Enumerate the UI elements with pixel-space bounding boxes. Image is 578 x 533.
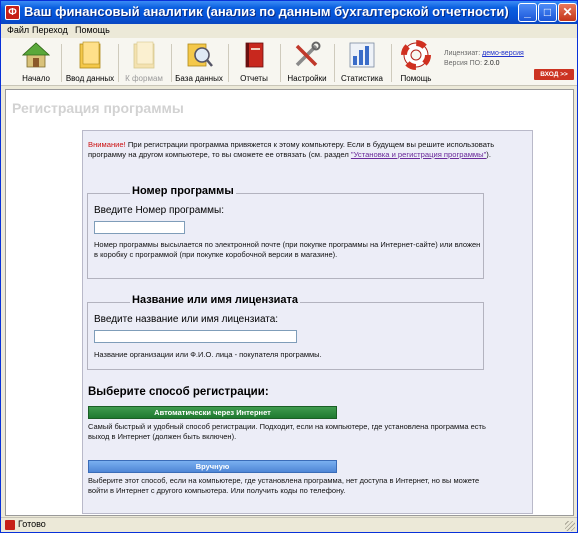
licensee-name-group: Название или имя лицензиата Введите назв…: [87, 294, 484, 370]
tools-icon: [295, 41, 321, 67]
close-button[interactable]: ✕: [558, 3, 577, 22]
registration-panel: Внимание! При регистрации программа прив…: [82, 130, 533, 514]
register-online-description: Самый быстрый и удобный способ регистрац…: [88, 422, 486, 441]
folder-icon: [79, 41, 101, 69]
lifebuoy-icon: [401, 40, 431, 70]
bar-chart-icon: [349, 42, 375, 68]
toolbar-home-button[interactable]: Начало: [14, 40, 58, 86]
licensee-name-help: Название организации или Ф.И.О. лица - п…: [94, 350, 322, 359]
notice-text: Внимание! При регистрации программа прив…: [88, 140, 528, 160]
main-content: Регистрация программы Внимание! При реги…: [5, 89, 574, 516]
licensee-name-label: Введите название или имя лицензиата:: [94, 314, 279, 325]
status-app-icon: [5, 520, 15, 530]
login-button[interactable]: ВХОД >>: [534, 69, 574, 80]
toolbar-database-button[interactable]: База данных: [175, 40, 223, 86]
register-online-button[interactable]: Автоматически через Интернет: [88, 406, 337, 419]
menu-bar: Файл Переход Помощь: [1, 24, 577, 38]
toolbar-data-input-button[interactable]: Ввод данных: [64, 40, 116, 86]
register-manual-button[interactable]: Вручную: [88, 460, 337, 473]
license-info: Лицензиат: демо-версия Версия ПО: 2.0.0: [444, 49, 524, 69]
toolbar-help-button[interactable]: Помощь: [396, 40, 436, 86]
window-title: Ваш финансовый аналитик (анализ по данны…: [24, 4, 509, 19]
toolbar-separator: [391, 44, 392, 82]
home-icon: [21, 42, 51, 68]
status-bar: Готово: [1, 517, 577, 532]
page-title: Регистрация программы: [12, 100, 184, 116]
toolbar-separator: [228, 44, 229, 82]
database-search-icon: [187, 43, 213, 67]
registration-method-title: Выберите способ регистрации:: [88, 386, 269, 398]
title-bar[interactable]: Ф Ваш финансовый аналитик (анализ по дан…: [1, 1, 577, 24]
menu-file[interactable]: Файл: [7, 25, 29, 35]
version-value: 2.0.0: [483, 60, 500, 67]
program-number-legend: Номер программы: [130, 185, 236, 197]
menu-help[interactable]: Помощь: [75, 25, 110, 35]
toolbar: Начало Ввод данных К формам База данных …: [1, 38, 577, 86]
licensee-label: Лицензиат:: [444, 50, 481, 57]
register-manual-description: Выберите этот способ, если на компьютере…: [88, 476, 480, 495]
toolbar-separator: [334, 44, 335, 82]
licensee-link[interactable]: демо-версия: [482, 50, 524, 57]
status-text: Готово: [18, 519, 46, 529]
toolbar-reports-button[interactable]: Отчеты: [233, 40, 275, 86]
folder-forms-icon: [133, 41, 155, 69]
app-logo-icon: Ф: [5, 5, 20, 20]
program-number-label: Введите Номер программы:: [94, 205, 225, 216]
licensee-name-input[interactable]: [94, 330, 297, 343]
book-icon: [245, 42, 264, 68]
program-number-group: Номер программы Введите Номер программы:…: [87, 185, 484, 279]
install-help-link[interactable]: "Установка и регистрация программы": [351, 150, 486, 159]
toolbar-separator: [171, 44, 172, 82]
toolbar-to-forms-button[interactable]: К формам: [121, 40, 167, 86]
toolbar-statistics-button[interactable]: Статистика: [338, 40, 386, 86]
app-window: Ф Ваш финансовый аналитик (анализ по дан…: [0, 0, 578, 533]
toolbar-separator: [118, 44, 119, 82]
program-number-help: Номер программы высылается по электронно…: [94, 240, 481, 259]
toolbar-settings-button[interactable]: Настройки: [284, 40, 330, 86]
minimize-button[interactable]: _: [518, 3, 537, 22]
resize-grip-icon[interactable]: [565, 521, 575, 531]
program-number-input[interactable]: [94, 221, 185, 234]
toolbar-separator: [280, 44, 281, 82]
licensee-name-legend: Название или имя лицензиата: [130, 294, 301, 306]
notice-warning: Внимание!: [88, 140, 126, 149]
version-label: Версия ПО:: [444, 60, 483, 67]
notice-end: ).: [486, 150, 491, 159]
maximize-button[interactable]: □: [538, 3, 557, 22]
toolbar-separator: [61, 44, 62, 82]
menu-navigate[interactable]: Переход: [32, 25, 68, 35]
